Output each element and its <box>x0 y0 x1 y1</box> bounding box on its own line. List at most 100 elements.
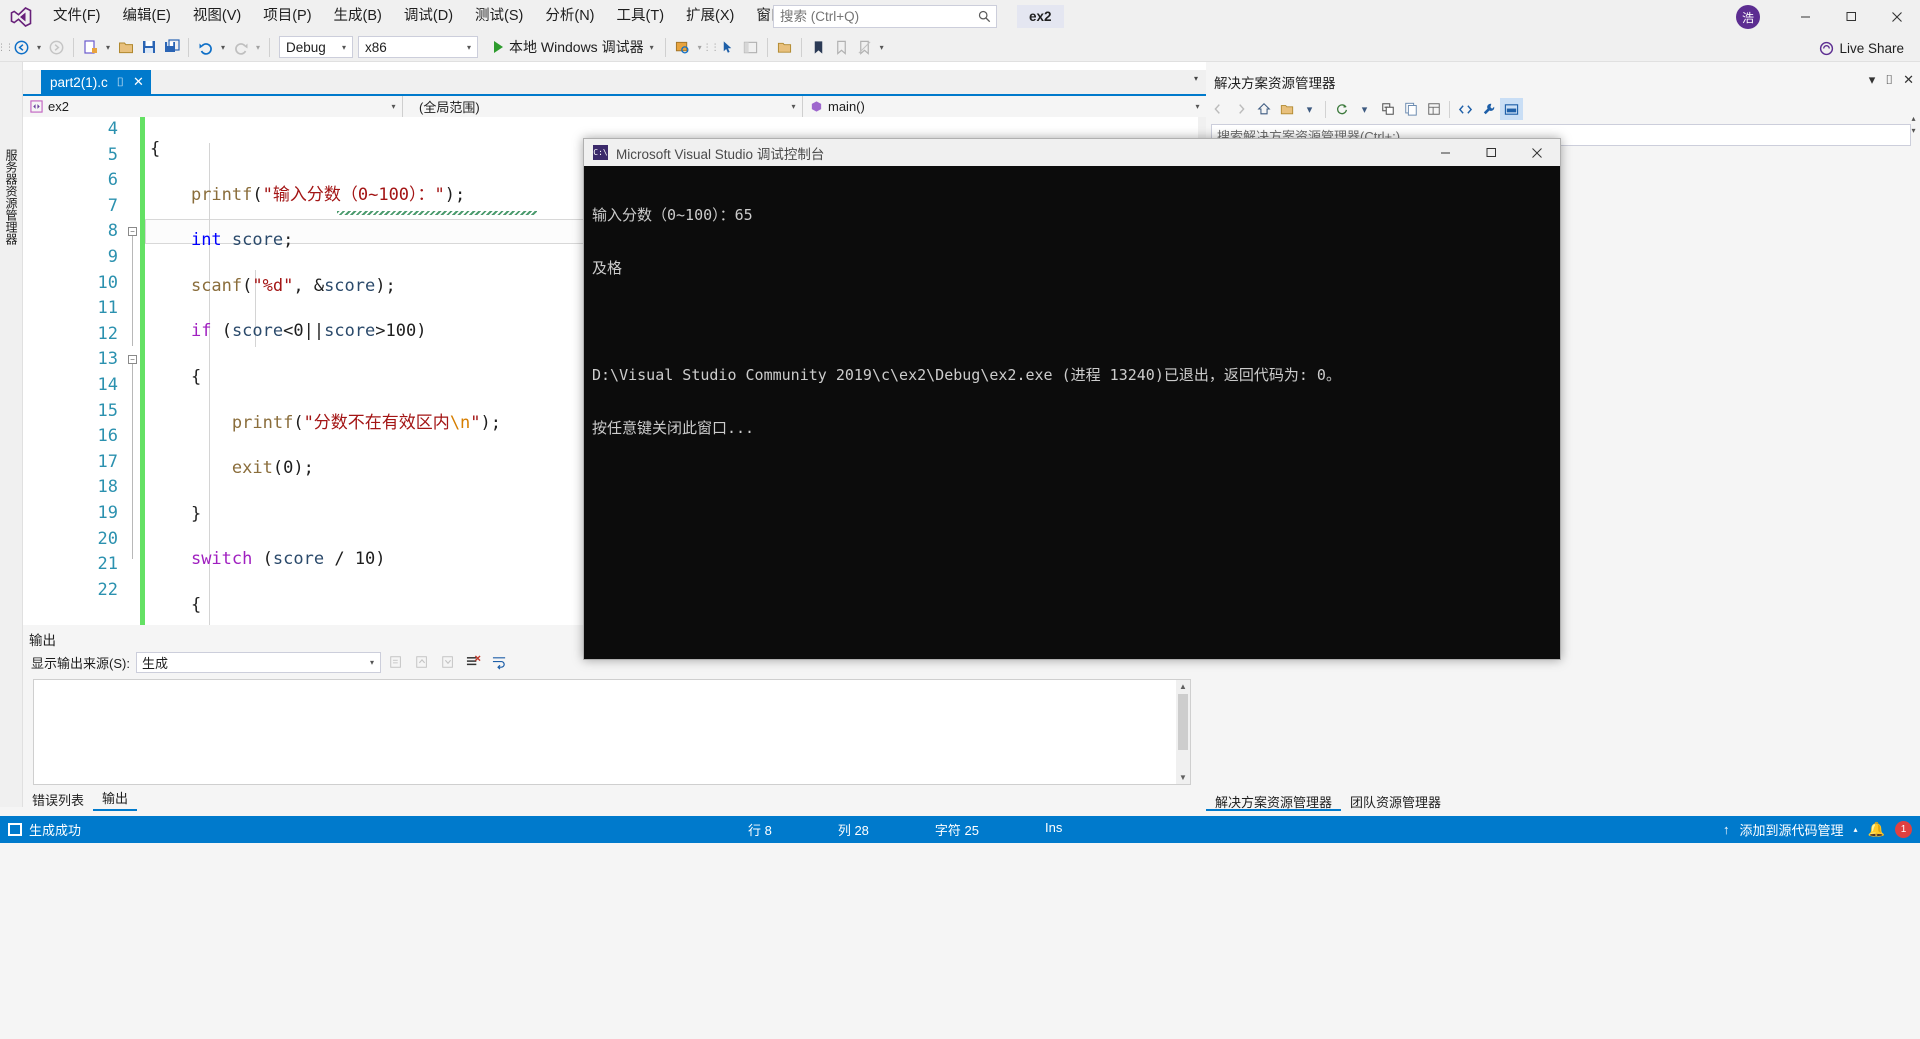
console-minimize-button[interactable] <box>1422 139 1468 166</box>
menu-view[interactable]: 视图(V) <box>182 0 252 33</box>
avatar[interactable]: 浩 <box>1736 5 1760 29</box>
chevron-up-icon[interactable]: ▴ <box>1854 825 1858 834</box>
new-project-icon[interactable] <box>79 36 102 59</box>
find-message-icon[interactable] <box>385 652 407 673</box>
global-search-box[interactable] <box>773 5 997 28</box>
outlining-margin[interactable]: − − <box>126 117 140 661</box>
console-output[interactable]: 输入分数（0~100）：65 及格 D:\Visual Studio Commu… <box>584 166 1560 659</box>
fold-toggle-switch[interactable]: − <box>128 355 137 364</box>
add-to-source-control-label[interactable]: 添加到源代码管理 <box>1740 820 1844 839</box>
visual-studio-window: 文件(F) 编辑(E) 视图(V) 项目(P) 生成(B) 调试(D) 测试(S… <box>0 0 1920 1039</box>
toggle-panel-icon[interactable] <box>739 36 762 59</box>
menu-analyze[interactable]: 分析(N) <box>534 0 605 33</box>
output-source-combo[interactable]: 生成 ▾ <box>135 651 381 673</box>
toggle-word-wrap-icon[interactable] <box>489 652 511 673</box>
menu-debug[interactable]: 调试(D) <box>393 0 464 33</box>
navigate-back-icon[interactable] <box>10 36 33 59</box>
solution-platform-combo[interactable]: x86 ▾ <box>358 36 478 58</box>
toggle-bookmark-icon[interactable] <box>830 36 853 59</box>
scroll-up-icon[interactable]: ▲ <box>1176 680 1190 693</box>
solution-explorer-scroll-arrows[interactable]: ▴ ▾ <box>1907 114 1920 154</box>
redo-icon[interactable] <box>229 36 252 59</box>
properties-icon[interactable] <box>1422 98 1445 120</box>
save-icon[interactable] <box>137 36 160 59</box>
close-icon[interactable]: ✕ <box>133 74 144 90</box>
go-to-next-icon[interactable] <box>437 652 459 673</box>
minimize-button[interactable] <box>1782 0 1828 33</box>
scroll-down-icon[interactable]: ▼ <box>1176 771 1190 784</box>
navigate-back-dropdown-icon[interactable]: ▾ <box>33 36 45 59</box>
close-button[interactable] <box>1874 0 1920 33</box>
chevron-down-icon[interactable]: ▾ <box>1353 98 1376 120</box>
pin-icon[interactable]: ⌷ <box>1885 72 1893 88</box>
menu-project[interactable]: 项目(P) <box>252 0 322 33</box>
menu-file[interactable]: 文件(F) <box>42 0 112 33</box>
wrench-icon[interactable] <box>1477 98 1500 120</box>
notifications-icon[interactable]: 🔔 <box>1868 821 1885 838</box>
clear-output-icon[interactable] <box>463 652 485 673</box>
menu-test[interactable]: 测试(S) <box>464 0 534 33</box>
output-text-area[interactable]: ▲ ▼ <box>33 679 1191 785</box>
menu-edit[interactable]: 编辑(E) <box>112 0 182 33</box>
pane-menu-icon[interactable]: ▾ <box>1869 72 1876 88</box>
menu-build[interactable]: 生成(B) <box>323 0 393 33</box>
menu-extensions[interactable]: 扩展(X) <box>675 0 745 33</box>
live-share-button[interactable]: Live Share <box>1819 37 1904 59</box>
bookmark-icon[interactable] <box>807 36 830 59</box>
navbar-project-combo[interactable]: ex2 ▾ <box>23 96 403 117</box>
clear-bookmarks-icon[interactable] <box>853 36 876 59</box>
undo-dropdown-icon[interactable]: ▾ <box>217 36 229 59</box>
show-all-files-icon[interactable] <box>1399 98 1422 120</box>
save-all-icon[interactable] <box>160 36 183 59</box>
navbar-scope-combo[interactable]: (全局范围) ▾ <box>403 96 803 117</box>
code-view-icon[interactable] <box>1454 98 1477 120</box>
search-input[interactable] <box>774 6 972 27</box>
tab-solution-explorer[interactable]: 解决方案资源管理器 <box>1206 790 1342 811</box>
folder-icon[interactable] <box>773 36 796 59</box>
debug-console-window[interactable]: C:\ Microsoft Visual Studio 调试控制台 输入分数（0… <box>583 138 1561 660</box>
go-to-previous-icon[interactable] <box>411 652 433 673</box>
tab-output[interactable]: 输出 <box>93 786 138 811</box>
navigate-forward-icon[interactable] <box>45 36 68 59</box>
chevron-down-icon[interactable]: ▾ <box>650 43 654 52</box>
tab-team-explorer[interactable]: 团队资源管理器 <box>1341 790 1450 811</box>
home-icon[interactable] <box>1252 98 1275 120</box>
back-icon[interactable] <box>1206 98 1229 120</box>
select-tool-icon[interactable] <box>716 36 739 59</box>
open-file-icon[interactable] <box>114 36 137 59</box>
undo-icon[interactable] <box>194 36 217 59</box>
line-number: 22 <box>97 579 118 600</box>
console-close-button[interactable] <box>1514 139 1560 166</box>
upload-icon[interactable]: ↑ <box>1723 822 1730 837</box>
toolbar-grip[interactable]: ⋮⋮ <box>0 33 14 62</box>
server-explorer-vertical-tab[interactable]: 服务器资源管理器 <box>3 112 20 282</box>
attach-process-icon[interactable] <box>671 36 694 59</box>
refresh-icon[interactable] <box>1330 98 1353 120</box>
console-maximize-button[interactable] <box>1468 139 1514 166</box>
menu-tools[interactable]: 工具(T) <box>606 0 676 33</box>
toolbar-overflow-icon[interactable]: ▾ <box>876 36 888 59</box>
notification-count-badge[interactable]: 1 <box>1895 821 1912 838</box>
solution-configuration-combo[interactable]: Debug ▾ <box>279 36 353 58</box>
close-icon[interactable]: ✕ <box>1903 72 1914 88</box>
attach-dropdown-icon[interactable]: ▾ <box>694 36 706 59</box>
document-tab-part2[interactable]: part2(1).c ⌷ ✕ <box>41 70 151 94</box>
maximize-button[interactable] <box>1828 0 1874 33</box>
fold-toggle-if[interactable]: − <box>128 227 137 236</box>
tab-error-list[interactable]: 错误列表 <box>23 788 93 811</box>
start-debugging-button[interactable]: 本地 Windows 调试器 ▾ <box>488 36 660 59</box>
pending-changes-icon[interactable] <box>1275 98 1298 120</box>
redo-dropdown-icon[interactable]: ▾ <box>252 36 264 59</box>
new-project-dropdown-icon[interactable]: ▾ <box>102 36 114 59</box>
toolbar-grip[interactable]: ⋮⋮ <box>703 33 720 62</box>
scrollbar-thumb[interactable] <box>1178 694 1188 750</box>
preview-selected-items-icon[interactable] <box>1500 98 1523 120</box>
output-vertical-scrollbar[interactable]: ▲ ▼ <box>1176 680 1190 784</box>
solution-name-chip[interactable]: ex2 <box>1017 5 1064 28</box>
navbar-member-combo[interactable]: main() ▾ <box>803 96 1206 117</box>
collapse-all-icon[interactable] <box>1376 98 1399 120</box>
forward-icon[interactable] <box>1229 98 1252 120</box>
tab-overflow-icon[interactable]: ▾ <box>1194 74 1198 83</box>
chevron-down-icon[interactable]: ▾ <box>1298 98 1321 120</box>
pin-icon[interactable]: ⌷ <box>117 75 124 90</box>
